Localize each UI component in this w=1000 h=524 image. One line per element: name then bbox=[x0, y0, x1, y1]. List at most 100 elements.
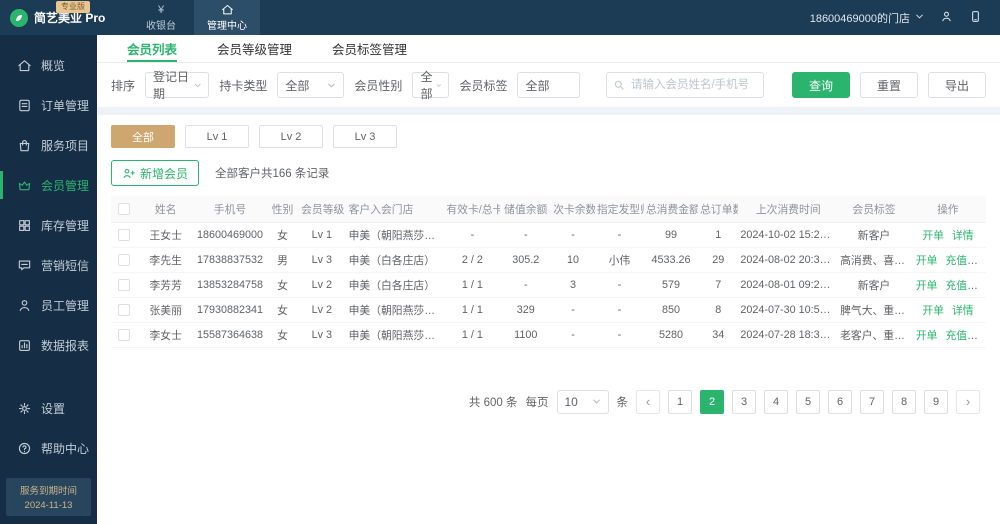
action-link[interactable]: 充值 bbox=[945, 330, 967, 342]
table-row: 李芳芳 13853284758 女 Lv 2 申美（白各庄店） 1 / 1-3-579 7 2… bbox=[111, 272, 986, 298]
reset-button[interactable]: 重置 bbox=[859, 72, 918, 98]
chevron-down-icon bbox=[915, 12, 924, 24]
page-button-1[interactable]: 1 bbox=[668, 389, 692, 414]
page-button-8[interactable]: 8 bbox=[892, 389, 916, 414]
row-checkbox[interactable] bbox=[118, 328, 131, 341]
cell-total: 99 bbox=[643, 222, 699, 248]
cell-stylist: - bbox=[594, 322, 644, 348]
top-tab-label: 收银台 bbox=[146, 21, 176, 32]
sidebar-item-help[interactable]: 帮助中心 bbox=[0, 428, 97, 468]
sidebar-item-reports[interactable]: 数据报表 bbox=[0, 325, 97, 365]
sidebar-item-sms[interactable]: 营销短信 bbox=[0, 245, 97, 285]
sidebar-item-services[interactable]: 服务项目 bbox=[0, 125, 97, 165]
add-user-icon bbox=[123, 168, 135, 178]
user-icon[interactable] bbox=[940, 10, 953, 26]
cell-balance: - bbox=[500, 222, 552, 248]
sidebar-item-staff[interactable]: 员工管理 bbox=[0, 285, 97, 325]
level-chip[interactable]: Lv 1 bbox=[185, 125, 249, 148]
add-member-button[interactable]: 新增会员 bbox=[111, 160, 200, 186]
sidebar-item-settings[interactable]: 设置 bbox=[0, 388, 97, 428]
sidebar-item-label: 库存管理 bbox=[41, 218, 90, 233]
page-button-4[interactable]: 4 bbox=[764, 389, 788, 414]
device-icon[interactable] bbox=[969, 10, 982, 26]
member-icon bbox=[17, 178, 32, 193]
select-all-checkbox[interactable] bbox=[118, 202, 131, 215]
sort-select[interactable]: 登记日期 bbox=[145, 70, 210, 101]
card-type-select[interactable]: 全部 bbox=[277, 72, 345, 98]
service-expiry-label: 服务到期时间 bbox=[19, 486, 77, 497]
cell-total: 5280 bbox=[643, 322, 699, 348]
gender-select[interactable]: 全部 bbox=[412, 70, 450, 101]
cell-operations: 开单充值详情 bbox=[909, 272, 986, 298]
cell-stylist: - bbox=[594, 272, 644, 298]
cell-cards: 1 / 1 bbox=[444, 297, 501, 323]
next-page-button[interactable]: › bbox=[956, 389, 980, 414]
gender-select-value: 全部 bbox=[420, 70, 433, 101]
cell-phone: 15587364638 bbox=[194, 322, 266, 348]
prev-page-button[interactable]: ‹ bbox=[636, 389, 660, 414]
member-table: 姓名手机号性别会员等级客户入会门店有效卡/总卡数储值余额次卡余数指定发型师总消费… bbox=[111, 196, 986, 348]
action-link[interactable]: 开单 bbox=[922, 305, 944, 317]
cell-name: 李芳芳 bbox=[137, 272, 195, 298]
row-checkbox[interactable] bbox=[118, 278, 131, 291]
cell-tags: 高消费、喜欢按摩... bbox=[838, 247, 910, 273]
action-link[interactable]: 详情 bbox=[952, 230, 974, 242]
cell-phone: 13853284758 bbox=[194, 272, 266, 298]
cell-store: 申美（朝阳燕莎店） bbox=[344, 297, 445, 323]
search-input[interactable] bbox=[628, 78, 757, 92]
action-link[interactable]: 充值 bbox=[945, 280, 967, 292]
action-link[interactable]: 开单 bbox=[916, 330, 938, 342]
page-button-7[interactable]: 7 bbox=[860, 389, 884, 414]
query-button[interactable]: 查询 bbox=[791, 72, 850, 98]
sidebar-item-label: 会员管理 bbox=[41, 178, 90, 193]
level-chip[interactable]: Lv 2 bbox=[259, 125, 323, 148]
account-store-dropdown[interactable]: 18600469000的门店 bbox=[810, 10, 924, 26]
sidebar-item-inventory[interactable]: 库存管理 bbox=[0, 205, 97, 245]
cell-phone: 17838837532 bbox=[194, 247, 266, 273]
inventory-icon bbox=[17, 218, 32, 233]
tab-member-list[interactable]: 会员列表 bbox=[127, 35, 178, 62]
page-button-9[interactable]: 9 bbox=[924, 389, 948, 414]
row-checkbox[interactable] bbox=[118, 228, 131, 241]
tab-member-levels[interactable]: 会员等级管理 bbox=[217, 35, 292, 62]
sidebar-item-label: 帮助中心 bbox=[41, 441, 90, 456]
page-button-3[interactable]: 3 bbox=[732, 389, 756, 414]
cell-gender: 女 bbox=[265, 222, 300, 248]
member-tag-input[interactable]: 全部 bbox=[517, 72, 580, 98]
level-chip[interactable]: 全部 bbox=[111, 125, 175, 148]
action-link[interactable]: 充值 bbox=[945, 255, 967, 267]
account-store-label: 18600469000的门店 bbox=[809, 12, 910, 25]
yen-icon: ¥ bbox=[157, 3, 165, 16]
sidebar-item-orders[interactable]: 订单管理 bbox=[0, 85, 97, 125]
export-button[interactable]: 导出 bbox=[928, 72, 987, 98]
cell-total: 579 bbox=[643, 272, 699, 298]
top-tab-cashier[interactable]: ¥ 收银台 bbox=[128, 0, 194, 35]
action-link[interactable]: 开单 bbox=[916, 255, 938, 267]
cell-gender: 男 bbox=[265, 247, 300, 273]
record-count: 全部客户共166 条记录 bbox=[215, 168, 330, 180]
per-page-select[interactable]: 10 bbox=[556, 389, 609, 414]
action-link[interactable]: 详情 bbox=[952, 305, 974, 317]
brand-badge: 专业版 bbox=[56, 1, 90, 13]
page-button-5[interactable]: 5 bbox=[796, 389, 820, 414]
tab-member-tags[interactable]: 会员标签管理 bbox=[332, 35, 407, 62]
cell-last_time: 2024-08-02 20:31:21 bbox=[738, 247, 839, 273]
row-checkbox[interactable] bbox=[118, 303, 131, 316]
sidebar-item-members[interactable]: 会员管理 bbox=[0, 165, 97, 205]
level-chip[interactable]: Lv 3 bbox=[333, 125, 397, 148]
action-link[interactable]: 开单 bbox=[916, 280, 938, 292]
cell-name: 李先生 bbox=[137, 247, 195, 273]
cell-cards: 1 / 1 bbox=[444, 322, 501, 348]
column-header: 上次消费时间 bbox=[738, 196, 839, 223]
top-tab-admin[interactable]: 管理中心 bbox=[194, 0, 260, 35]
service-expiry-date: 2024-11-13 bbox=[24, 500, 73, 511]
page-button-2[interactable]: 2 bbox=[700, 389, 724, 414]
action-link[interactable]: 开单 bbox=[922, 230, 944, 242]
column-header: 会员等级 bbox=[299, 196, 345, 223]
cell-store: 申美（白各庄店） bbox=[344, 272, 445, 298]
sidebar-item-overview[interactable]: 概览 bbox=[0, 45, 97, 85]
sidebar-item-label: 员工管理 bbox=[41, 298, 90, 313]
row-checkbox[interactable] bbox=[118, 253, 131, 266]
page-button-6[interactable]: 6 bbox=[828, 389, 852, 414]
cell-gender: 女 bbox=[265, 297, 300, 323]
